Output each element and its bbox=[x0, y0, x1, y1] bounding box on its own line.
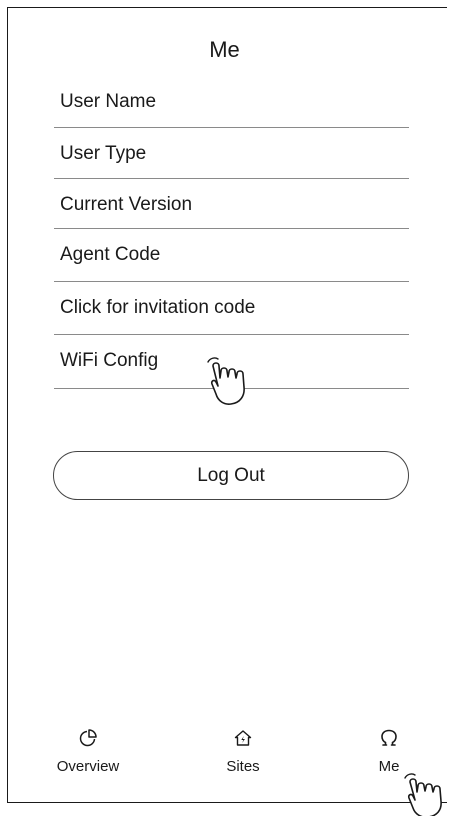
person-icon bbox=[381, 729, 397, 746]
menu-item-current-version[interactable]: Current Version bbox=[54, 179, 409, 229]
menu-item-agent-code[interactable]: Agent Code bbox=[54, 229, 409, 282]
tab-overview-label: Overview bbox=[56, 758, 120, 775]
menu-item-user-type[interactable]: User Type bbox=[54, 128, 409, 179]
menu-item-invitation-code[interactable]: Click for invitation code bbox=[54, 282, 409, 335]
menu-item-label: User Type bbox=[60, 143, 147, 164]
pie-chart-icon bbox=[79, 729, 97, 747]
tab-overview[interactable]: Overview bbox=[48, 728, 128, 776]
logout-button[interactable]: Log Out bbox=[53, 451, 409, 500]
pointer-hand-icon bbox=[207, 357, 245, 405]
page-title: Me bbox=[209, 37, 240, 62]
menu-item-label: User Name bbox=[60, 91, 157, 112]
menu-item-user-name[interactable]: User Name bbox=[54, 76, 409, 128]
tab-sites-label: Sites bbox=[226, 758, 260, 775]
menu-item-label: WiFi Config bbox=[60, 350, 159, 371]
tab-sites[interactable]: Sites bbox=[203, 728, 283, 776]
house-bolt-icon bbox=[234, 730, 252, 746]
menu-item-label: Agent Code bbox=[60, 244, 161, 265]
pointer-hand-icon bbox=[404, 773, 442, 816]
menu-item-label: Current Version bbox=[60, 194, 193, 215]
menu-item-label: Click for invitation code bbox=[60, 297, 256, 318]
settings-menu: User Name User Type Current Version Agen… bbox=[54, 76, 409, 389]
